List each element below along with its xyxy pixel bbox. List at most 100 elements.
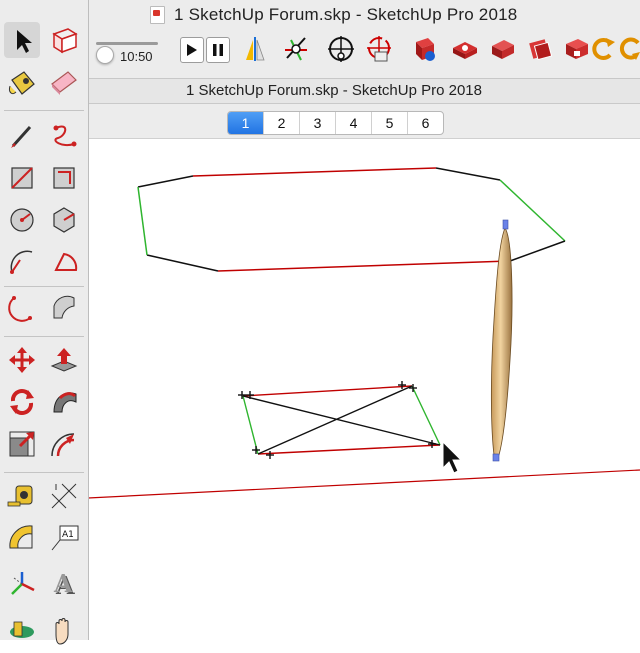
arc-tool[interactable] (4, 244, 40, 280)
three-point-arc-icon (53, 295, 75, 319)
text-icon: A1 (51, 525, 79, 551)
make-component-icon (52, 28, 78, 54)
cylinder-component[interactable] (490, 219, 513, 462)
scene-tab-1[interactable]: 1 (228, 112, 264, 134)
axes-tool[interactable] (4, 564, 40, 600)
animation-slider-knob[interactable] (96, 46, 114, 64)
palette-separator (4, 336, 84, 337)
scene-tab-3[interactable]: 3 (300, 112, 336, 134)
push-pull-tool[interactable] (46, 342, 82, 378)
axes-icon (11, 572, 35, 595)
palette-separator (4, 110, 84, 111)
offset-tool[interactable] (46, 426, 82, 462)
position-camera-icon[interactable] (326, 34, 356, 64)
scale-icon (9, 431, 35, 457)
follow-me-icon (53, 392, 77, 413)
layout-icon[interactable] (526, 34, 556, 64)
three-point-arc-tool[interactable] (46, 290, 82, 326)
get-models-icon[interactable] (410, 34, 440, 64)
two-point-arc-icon (8, 296, 32, 322)
make-component-tool[interactable] (46, 22, 82, 58)
select-tool[interactable] (4, 22, 40, 58)
scene-tab-6[interactable]: 6 (408, 112, 443, 134)
rectangle-tool[interactable] (4, 160, 40, 196)
window-title: 1 SketchUp Forum.skp - SketchUp Pro 2018 (174, 5, 518, 24)
dimension-icon (51, 483, 77, 509)
polygon-icon (53, 207, 75, 233)
animation-time: 10:50 (120, 49, 153, 64)
rotate-tool[interactable] (4, 384, 40, 420)
viewport-canvas[interactable] (87, 139, 640, 640)
extension-warehouse-icon[interactable] (488, 34, 518, 64)
circle-tool[interactable] (4, 202, 40, 238)
palette-separator (4, 286, 84, 287)
eraser-tool[interactable] (46, 64, 82, 100)
play-icon (187, 44, 197, 56)
rotate-icon (10, 389, 34, 415)
play-button[interactable] (180, 37, 204, 63)
two-point-arc-tool[interactable] (4, 290, 40, 326)
scene-tabs-bar: 1 2 3 4 5 6 (88, 104, 640, 139)
scene-tab-4[interactable]: 4 (336, 112, 372, 134)
line-tool[interactable] (4, 118, 40, 154)
document-icon (150, 6, 165, 24)
main-toolbar: 10:50 (88, 30, 640, 79)
tape-measure-icon (7, 485, 33, 507)
pie-icon (54, 252, 78, 271)
parallelogram-face[interactable] (238, 381, 441, 459)
scene-tab-5[interactable]: 5 (372, 112, 408, 134)
pie-tool[interactable] (46, 244, 82, 280)
eraser-icon (51, 71, 77, 95)
move-icon (9, 347, 35, 373)
dimension-tool[interactable] (46, 478, 82, 514)
pan-hand-icon (55, 618, 69, 645)
rectangle-icon (11, 167, 33, 189)
orbit-arrow-icon[interactable] (588, 34, 618, 64)
document-title: 1 SketchUp Forum.skp - SketchUp Pro 2018 (186, 82, 482, 99)
3d-text-icon: AA (53, 569, 75, 600)
red-axis-line (87, 469, 640, 499)
svg-text:A1: A1 (62, 530, 74, 540)
move-tool[interactable] (4, 342, 40, 378)
palette-separator (4, 472, 84, 473)
freehand-icon (53, 125, 77, 147)
section-plane-tool[interactable] (4, 612, 40, 648)
push-pull-icon (50, 348, 78, 372)
follow-me-tool[interactable] (46, 384, 82, 420)
look-around-icon[interactable] (365, 34, 395, 64)
scene-tabs: 1 2 3 4 5 6 (227, 111, 444, 135)
tool-palette: A1 AA (0, 0, 89, 645)
document-title-bar: 1 SketchUp Forum.skp - SketchUp Pro 2018 (88, 79, 640, 104)
select-icon (17, 30, 32, 53)
line-icon (11, 125, 32, 148)
cursor-icon (442, 440, 463, 474)
circle-icon (10, 208, 34, 232)
arc-icon (10, 250, 33, 274)
freehand-tool[interactable] (46, 118, 82, 154)
polygon-tool[interactable] (46, 202, 82, 238)
scale-tool[interactable] (4, 426, 40, 462)
tape-measure-tool[interactable] (4, 478, 40, 514)
axes-icon[interactable] (281, 34, 311, 64)
paint-bucket-tool[interactable] (4, 64, 40, 100)
rotated-rectangle-icon (53, 167, 75, 189)
undo-arc-icon[interactable] (616, 34, 640, 64)
pan-tool[interactable] (46, 612, 82, 648)
svg-text:A: A (53, 569, 73, 598)
share-model-icon[interactable] (450, 34, 480, 64)
paint-bucket-icon (9, 71, 35, 95)
offset-icon (51, 433, 75, 457)
text-tool[interactable]: A1 (46, 520, 82, 556)
protractor-icon (9, 525, 33, 549)
section-plane-icon[interactable] (240, 34, 270, 64)
model-viewport[interactable] (87, 139, 640, 640)
scene-tab-2[interactable]: 2 (264, 112, 300, 134)
animation-slider[interactable] (96, 42, 158, 64)
pause-button[interactable] (206, 37, 230, 63)
rotated-rectangle-tool[interactable] (46, 160, 82, 196)
title-bar: 1 SketchUp Forum.skp - SketchUp Pro 2018 (88, 0, 640, 30)
protractor-tool[interactable] (4, 520, 40, 556)
section-plane-icon (10, 621, 34, 638)
pause-icon (213, 44, 223, 56)
3d-text-tool[interactable]: AA (46, 564, 82, 600)
